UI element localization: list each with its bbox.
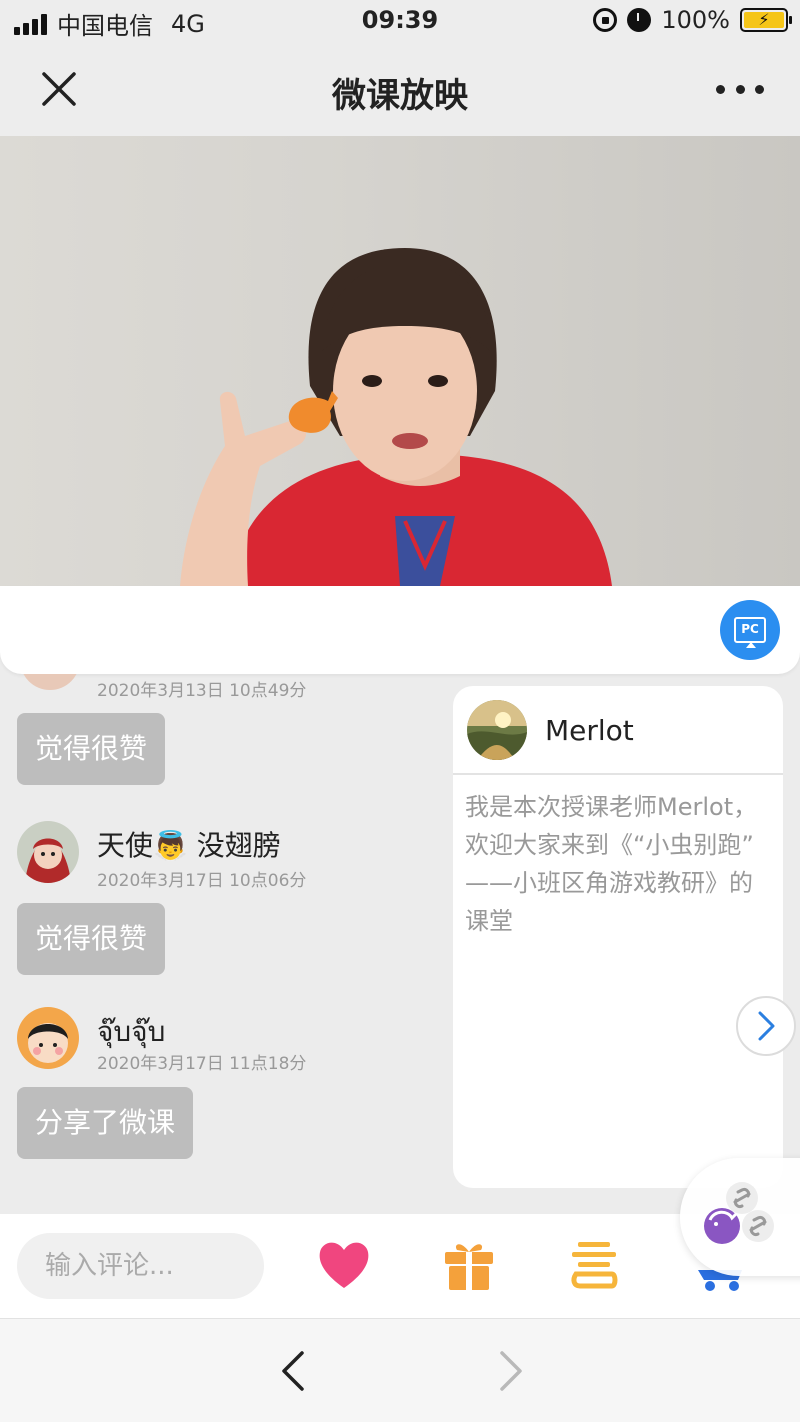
speech-icon bbox=[571, 1242, 618, 1289]
like-button[interactable] bbox=[314, 1234, 374, 1294]
battery-icon: ⚡ bbox=[740, 8, 792, 32]
comment-bubble: 觉得很赞 bbox=[17, 903, 166, 975]
dot-icon bbox=[735, 84, 745, 94]
divider bbox=[453, 773, 783, 775]
teacher-video-frame bbox=[180, 248, 612, 586]
status-right: 100% ⚡ bbox=[593, 6, 792, 34]
status-bar: 中国电信 4G 09:39 100% ⚡ bbox=[0, 0, 800, 42]
rotation-lock-icon bbox=[593, 8, 618, 32]
comment-author: จุ๊บจุ๊บ bbox=[97, 1015, 166, 1048]
teacher-intro-card: Merlot 我是本次授课老师Merlot，欢迎大家来到《“小虫别跑” ——小班… bbox=[453, 686, 783, 1188]
teacher-avatar bbox=[467, 700, 527, 760]
video-info-panel bbox=[0, 586, 800, 674]
comment-time: 2020年3月17日 11点18分 bbox=[97, 1054, 307, 1074]
dot-icon bbox=[755, 84, 764, 94]
next-card-button[interactable] bbox=[736, 996, 796, 1056]
teacher-name: Merlot bbox=[545, 714, 634, 747]
forward-button[interactable] bbox=[490, 1349, 530, 1393]
gift-icon bbox=[445, 1244, 493, 1290]
pc-screen-button[interactable]: PC bbox=[720, 600, 780, 660]
alarm-icon bbox=[627, 8, 652, 32]
message-button[interactable] bbox=[564, 1234, 624, 1294]
chevron-right-icon bbox=[500, 1351, 522, 1391]
pc-screen-icon: PC bbox=[734, 617, 766, 648]
teacher-intro-text: 我是本次授课老师Merlot，欢迎大家来到《“小虫别跑” ——小班区角游戏教研》… bbox=[465, 793, 758, 935]
comment-bubble: 分享了微课 bbox=[17, 1087, 194, 1159]
gift-button[interactable] bbox=[439, 1234, 499, 1294]
avatar bbox=[17, 821, 79, 883]
dinosaur-link-icon bbox=[704, 1182, 774, 1244]
page-title: 微课放映 bbox=[332, 76, 468, 116]
more-button[interactable] bbox=[716, 74, 764, 104]
back-button[interactable] bbox=[274, 1349, 314, 1393]
comment-bubble: 觉得很赞 bbox=[17, 713, 166, 785]
comment-time: 2020年3月13日 10点49分 bbox=[97, 681, 307, 701]
video-player[interactable] bbox=[0, 136, 800, 586]
comment-input[interactable] bbox=[17, 1233, 264, 1299]
chevron-left-icon bbox=[282, 1351, 304, 1391]
avatar-image bbox=[17, 821, 79, 883]
browser-nav-bar bbox=[0, 1318, 800, 1422]
chevron-right-icon bbox=[758, 1011, 775, 1041]
close-icon bbox=[42, 72, 76, 106]
avatar-image bbox=[17, 1007, 79, 1069]
nav-bar: 微课放映 bbox=[0, 42, 800, 136]
landscape-avatar-image bbox=[467, 700, 527, 760]
battery-percent: 100% bbox=[661, 6, 730, 34]
comment-time: 2020年3月17日 10点06分 bbox=[97, 871, 307, 891]
dot-icon bbox=[716, 84, 725, 94]
close-button[interactable] bbox=[38, 68, 80, 110]
comment-author: 天使👼 没翅膀 bbox=[97, 829, 281, 862]
avatar bbox=[17, 1007, 79, 1069]
heart-icon bbox=[319, 1242, 369, 1288]
floating-assistant-button[interactable] bbox=[680, 1158, 800, 1276]
avatar bbox=[20, 674, 80, 690]
